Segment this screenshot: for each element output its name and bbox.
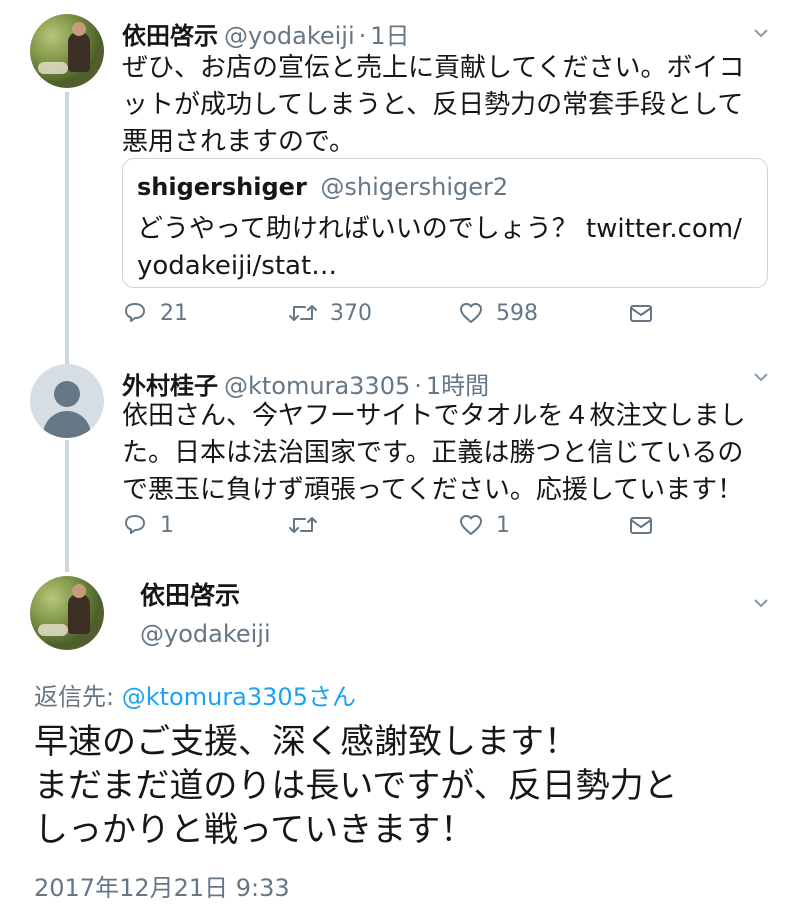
focused-tweet-text: 早速のご支援、深く感謝致します！ まだまだ道のりは長いですが、反日勢力と しっか… (34, 720, 774, 852)
dm-button[interactable] (628, 300, 666, 326)
separator-dot: · (358, 22, 367, 50)
thread-line (65, 440, 69, 572)
tweet-text-line: ットが成功してしまうと、反日勢力の常套手段として (122, 90, 744, 120)
separator-dot: · (414, 372, 422, 400)
tweet-actions: 1 1 (122, 512, 782, 544)
tweet-text-line: まだまだ道のりは長いですが、反日勢力と (34, 766, 678, 806)
user-name[interactable]: 外村桂子 (122, 366, 218, 401)
tweet-time[interactable]: 1時間 (426, 366, 489, 401)
reply-icon (125, 303, 145, 322)
tweet-header: 外村桂子 @ktomura3305 · 1時間 (122, 366, 489, 401)
chevron-down-icon[interactable] (750, 366, 772, 388)
avatar[interactable] (30, 576, 104, 650)
quote-text-line: どうやって助ければいいのでしょう？ twitter.com/ (137, 214, 742, 244)
retweet-button[interactable] (288, 512, 330, 538)
quote-user-handle: @shigershiger2 (320, 173, 509, 201)
tweet-header: 依田啓示 @yodakeiji · 1日 (122, 16, 410, 51)
quoted-tweet-card[interactable]: shigershiger @shigershiger2 どうやって助ければいいの… (122, 158, 768, 288)
reply-prefix: 返信先: (34, 683, 115, 711)
like-button[interactable]: 1 (458, 512, 510, 538)
reply-button[interactable]: 1 (122, 512, 174, 538)
user-handle[interactable]: @ktomura3305 (224, 372, 410, 400)
tweet-text: ぜひ、お店の宣伝と売上に貢献してください。ボイコ ットが成功してしまうと、反日勢… (122, 50, 782, 161)
like-count: 598 (496, 300, 538, 326)
tweet-text-line: 悪用されますので。 (122, 127, 355, 157)
tweet-time[interactable]: 1日 (370, 16, 409, 51)
reply-button[interactable]: 21 (122, 300, 188, 326)
heart-icon (460, 515, 482, 535)
like-count: 1 (496, 512, 510, 538)
thread-line (65, 92, 69, 364)
tweet-text-line: た。日本は法治国家です。正義は勝つと信じているの (122, 438, 744, 468)
reply-handle-link[interactable]: @ktomura3305さん (122, 683, 356, 711)
retweet-icon (289, 517, 317, 533)
quote-user-name: shigershiger (137, 173, 307, 201)
user-handle[interactable]: @yodakeiji (140, 620, 271, 648)
heart-icon (460, 303, 482, 323)
envelope-icon (630, 305, 652, 322)
chevron-down-icon[interactable] (750, 592, 772, 614)
like-button[interactable]: 598 (458, 300, 538, 326)
reply-icon (125, 515, 145, 534)
quote-text-line: yodakeiji/stat… (137, 251, 338, 281)
reply-count: 1 (160, 512, 174, 538)
envelope-icon (630, 517, 652, 534)
tweet-text: 依田さん、今ヤフーサイトでタオルを４枚注文しまし た。日本は法治国家です。正義は… (122, 398, 782, 509)
quote-header: shigershiger @shigershiger2 (137, 173, 508, 201)
tweet-text-line: ぜひ、お店の宣伝と売上に貢献してください。ボイコ (122, 53, 745, 83)
tweet-timestamp[interactable]: 2017年12月21日 9:33 (34, 868, 290, 903)
default-avatar[interactable] (30, 364, 104, 438)
tweet-text-line: 早速のご支援、深く感謝致します！ (34, 722, 578, 762)
retweet-icon (289, 305, 317, 321)
retweet-button[interactable]: 370 (288, 300, 372, 326)
tweet-text-line: 依田さん、今ヤフーサイトでタオルを４枚注文しまし (122, 401, 746, 431)
user-name[interactable]: 依田啓示 (140, 576, 240, 612)
tweet-actions: 21 370 598 (122, 300, 782, 332)
user-name[interactable]: 依田啓示 (122, 16, 218, 51)
reply-context: 返信先: @ktomura3305さん (34, 677, 356, 712)
user-handle[interactable]: @yodakeiji (224, 22, 355, 50)
tweet-text-line: で悪玉に負けず頑張ってください。応援しています！ (122, 475, 744, 505)
retweet-count: 370 (330, 300, 372, 326)
chevron-down-icon[interactable] (750, 22, 772, 44)
dm-button[interactable] (628, 512, 666, 538)
quote-text: どうやって助ければいいのでしょう？ twitter.com/ yodakeiji… (137, 211, 757, 285)
tweet-text-line: しっかりと戦っていきます！ (34, 810, 475, 850)
avatar[interactable] (30, 14, 104, 88)
reply-count: 21 (160, 300, 188, 326)
